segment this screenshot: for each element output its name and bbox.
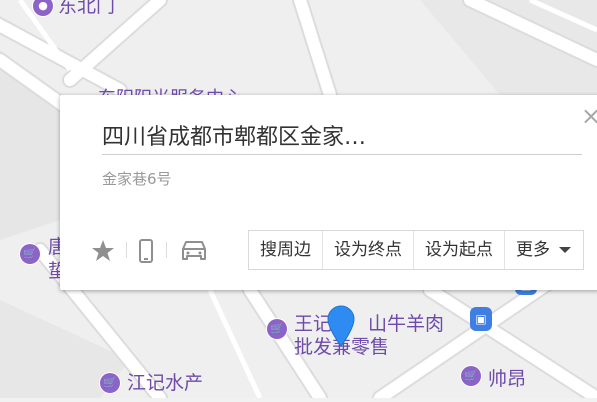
bus-stop-icon[interactable]: ▣ bbox=[470, 307, 492, 331]
poi-label-jiangji[interactable]: 江记水产 bbox=[127, 372, 203, 394]
poi-label-dongbeimen[interactable]: 东北门 bbox=[58, 0, 115, 17]
close-button[interactable]: × bbox=[580, 104, 597, 128]
shopping-cart-icon[interactable]: 🛒 bbox=[100, 373, 120, 393]
star-icon[interactable] bbox=[89, 237, 117, 265]
chevron-down-icon bbox=[559, 247, 571, 253]
shopping-cart-icon[interactable]: 🛒 bbox=[267, 319, 287, 339]
phone-icon[interactable] bbox=[132, 237, 160, 265]
search-nearby-button[interactable]: 搜周边 bbox=[249, 231, 323, 269]
set-origin-button[interactable]: 设为起点 bbox=[414, 231, 505, 269]
set-destination-button[interactable]: 设为终点 bbox=[323, 231, 414, 269]
more-label: 更多 bbox=[516, 240, 550, 260]
shopping-cart-icon[interactable]: 🛒 bbox=[461, 366, 481, 386]
separator bbox=[166, 242, 167, 258]
popup-address: 金家巷6号 bbox=[102, 170, 172, 188]
map-marker-icon[interactable] bbox=[326, 305, 356, 347]
action-button-group: 搜周边 设为终点 设为起点 更多 bbox=[248, 230, 584, 270]
car-icon[interactable] bbox=[178, 237, 210, 265]
popup-title: 四川省成都市郫都区金家… bbox=[102, 125, 367, 150]
more-button[interactable]: 更多 bbox=[505, 231, 582, 269]
shopping-cart-icon[interactable]: 🛒 bbox=[20, 244, 40, 264]
location-info-popup: 四川省成都市郫都区金家… 金家巷6号 × 搜周边 设为终点 设为起点 更多 bbox=[60, 95, 597, 290]
poi-label-shuaiang[interactable]: 帅昂 bbox=[488, 368, 526, 390]
divider bbox=[102, 154, 582, 155]
separator bbox=[126, 242, 127, 258]
poi-label-wangji[interactable]: 王记 山牛羊肉 bbox=[294, 313, 444, 335]
poi-label-wangji-part2: 山牛羊肉 bbox=[368, 313, 445, 335]
